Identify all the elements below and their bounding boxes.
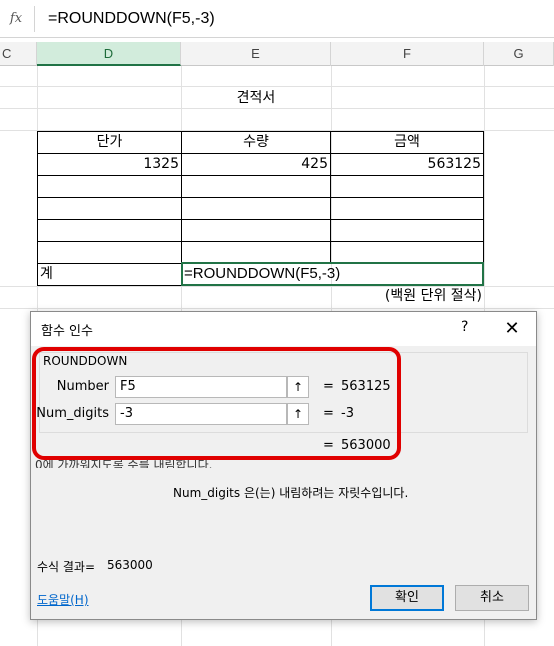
formula-bar: fx =ROUNDDOWN(F5,-3): [0, 0, 554, 38]
fx-icon[interactable]: fx: [6, 9, 26, 29]
close-icon[interactable]: ✕: [499, 316, 525, 342]
argument-description: Num_digits 은(는) 내림하려는 자릿수입니다.: [173, 486, 409, 500]
dialog-title: 함수 인수: [41, 324, 93, 339]
ok-button[interactable]: 확인: [370, 585, 444, 611]
sheet-title[interactable]: 견적서: [181, 87, 331, 109]
header-cell-qty[interactable]: 수량: [182, 131, 330, 153]
cell-price[interactable]: 1325: [38, 153, 179, 175]
formula-result-value: 563000: [107, 558, 153, 572]
column-header-c[interactable]: C: [0, 42, 37, 66]
highlight-annotation: [32, 347, 401, 460]
table-border: [37, 197, 484, 198]
dialog-titlebar: 함수 인수 ? ✕: [31, 312, 536, 346]
column-header-e[interactable]: E: [181, 42, 331, 66]
cell-qty[interactable]: 425: [182, 153, 328, 175]
cell-amount[interactable]: 563125: [331, 153, 481, 175]
total-label-cell[interactable]: 계: [40, 263, 180, 285]
formula-result-label: 수식 결과=: [37, 560, 96, 574]
help-link[interactable]: 도움말(H): [37, 591, 89, 608]
cancel-button[interactable]: 취소: [455, 585, 529, 611]
grid-line: [0, 308, 554, 309]
table-border: [37, 219, 484, 220]
column-header-d[interactable]: D: [37, 42, 181, 66]
table-border: [37, 241, 484, 242]
table-border: [37, 175, 484, 176]
header-cell-amount[interactable]: 금액: [331, 131, 483, 153]
help-icon[interactable]: ?: [461, 319, 475, 335]
column-header-g[interactable]: G: [484, 42, 554, 66]
header-cell-price[interactable]: 단가: [38, 131, 181, 153]
formula-input[interactable]: =ROUNDDOWN(F5,-3): [42, 6, 552, 32]
column-header-f[interactable]: F: [331, 42, 484, 66]
note-cell[interactable]: (백원 단위 절삭): [331, 285, 482, 307]
column-header-row: C D E F G: [0, 42, 554, 66]
total-formula-cell[interactable]: =ROUNDDOWN(F5,-3): [184, 263, 482, 285]
formula-separator: [34, 6, 35, 32]
